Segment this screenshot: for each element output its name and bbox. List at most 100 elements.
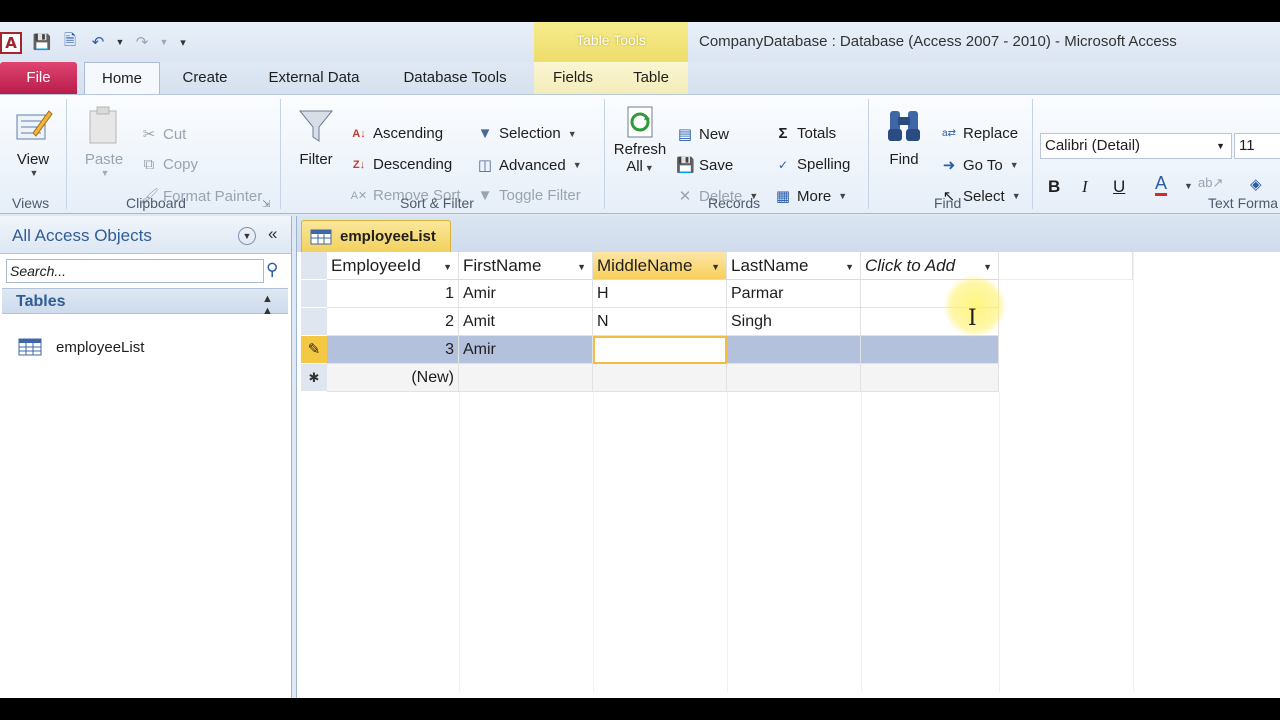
toggle-filter-button[interactable]: ▼ Toggle Filter (476, 187, 581, 204)
cell-employeeid[interactable]: 2 (327, 308, 459, 336)
group-separator (604, 99, 605, 209)
cell-firstname[interactable]: Amir (459, 280, 593, 308)
cell-lastname[interactable]: Parmar (727, 280, 861, 308)
tab-external-data[interactable]: External Data (254, 62, 374, 94)
record-selector[interactable] (301, 280, 327, 308)
cut-button[interactable]: ✂ Cut (140, 125, 187, 144)
access-app-icon[interactable]: A (0, 32, 22, 54)
paste-dropdown-icon[interactable]: ▼ (80, 168, 130, 178)
cell-middlename-editing[interactable] (593, 336, 727, 364)
cell-firstname[interactable] (459, 364, 593, 392)
cell-middlename[interactable] (593, 364, 727, 392)
clipboard-launcher-icon[interactable]: ⇲ (262, 199, 270, 210)
tab-table[interactable]: Table (620, 62, 682, 94)
document-tab-employeelist[interactable]: employeeList (301, 220, 451, 252)
cell-lastname[interactable]: Singh (727, 308, 861, 336)
selection-dropdown-icon[interactable]: ▼ (568, 129, 577, 139)
cell-middlename[interactable]: N (593, 308, 727, 336)
nav-item-label: employeeList (56, 338, 145, 356)
paste-button[interactable]: Paste ▼ (78, 105, 130, 178)
record-selector[interactable] (301, 308, 327, 336)
save-record-button[interactable]: 💾 Save (676, 156, 733, 175)
funnel-icon (298, 110, 334, 142)
descending-button[interactable]: Z↓ Descending (350, 156, 452, 173)
view-button[interactable]: View ▼ (8, 105, 58, 178)
cell-middlename[interactable]: H (593, 280, 727, 308)
collapse-group-icon[interactable]: ▲ ▲ (262, 293, 273, 317)
customize-qat-icon[interactable]: ▾ (174, 30, 192, 54)
nav-menu-dropdown-icon[interactable]: ▼ (238, 227, 256, 245)
toggle-filter-label: Toggle Filter (499, 187, 581, 204)
cell-click-to-add[interactable] (861, 364, 999, 392)
tab-create[interactable]: Create (170, 62, 240, 94)
refresh-all-button[interactable]: Refresh All ▼ (612, 105, 668, 175)
tab-home[interactable]: Home (84, 62, 160, 95)
replace-button[interactable]: a⇄ Replace (940, 125, 1018, 142)
tab-file[interactable]: File (0, 62, 77, 94)
selection-button[interactable]: ▼ Selection ▼ (476, 125, 577, 142)
cell-lastname[interactable] (727, 336, 861, 364)
font-color-dropdown-icon[interactable]: ▼ (1182, 181, 1193, 191)
redo-icon[interactable]: ↷ (130, 30, 154, 54)
save-icon[interactable]: 💾 (30, 30, 54, 54)
select-dropdown-icon[interactable]: ▼ (1012, 191, 1021, 201)
font-size-select[interactable]: 11 (1234, 133, 1280, 159)
search-icon[interactable]: ⚲ (266, 260, 278, 280)
nav-group-tables[interactable]: Tables ▲ ▲ (2, 288, 288, 317)
more-dropdown-icon[interactable]: ▼ (838, 191, 847, 201)
column-header-firstname[interactable]: FirstName ▼ (459, 252, 593, 280)
font-name-dropdown-icon[interactable]: ▼ (1216, 134, 1225, 158)
cell-lastname[interactable] (727, 364, 861, 392)
filter-button[interactable]: Filter (292, 105, 340, 168)
column-header-employeeid[interactable]: EmployeeId ▼ (327, 252, 459, 280)
go-to-dropdown-icon[interactable]: ▼ (1010, 160, 1019, 170)
italic-button[interactable]: I (1082, 177, 1088, 197)
find-button[interactable]: Find (878, 105, 930, 168)
tab-fields[interactable]: Fields (540, 62, 606, 94)
cell-employeeid[interactable]: 1 (327, 280, 459, 308)
column-sort-dropdown-icon[interactable]: ▼ (711, 253, 720, 279)
view-dropdown-icon[interactable]: ▼ (10, 168, 58, 178)
cell-click-to-add[interactable] (861, 336, 999, 364)
totals-button[interactable]: Σ Totals (774, 125, 836, 142)
redo-dropdown-icon[interactable]: ▼ (158, 30, 170, 54)
select-all-corner[interactable] (301, 252, 327, 280)
font-name-select[interactable]: Calibri (Detail) ▼ (1040, 133, 1232, 159)
selection-filter-icon: ▼ (477, 125, 493, 142)
advanced-button[interactable]: ◫ Advanced ▼ (476, 156, 582, 175)
column-header-middlename[interactable]: MiddleName ▼ (593, 252, 727, 280)
column-header-lastname[interactable]: LastName ▼ (727, 252, 861, 280)
more-button[interactable]: ▦ More ▼ (774, 187, 847, 206)
cell-firstname[interactable]: Amir (459, 336, 593, 364)
copy-button[interactable]: ⧉ Copy (140, 156, 198, 173)
nav-search-input[interactable]: Search... (6, 259, 264, 283)
collapse-pane-icon[interactable]: « (268, 224, 277, 244)
go-to-button[interactable]: ➜ Go To ▼ (940, 156, 1019, 175)
font-color-icon[interactable]: A (1155, 173, 1168, 196)
fill-color-icon[interactable]: ◈ (1250, 175, 1262, 193)
undo-dropdown-icon[interactable]: ▼ (114, 30, 126, 54)
bold-button[interactable]: B (1048, 177, 1060, 197)
underline-button[interactable]: U (1113, 177, 1125, 197)
save-as-icon[interactable]: 🗎 (58, 30, 82, 54)
cell-new-record[interactable]: (New) (327, 364, 459, 392)
ascending-button[interactable]: A↓ Ascending (350, 125, 443, 142)
group-separator (280, 99, 281, 209)
tab-database-tools[interactable]: Database Tools (390, 62, 520, 94)
column-sort-dropdown-icon[interactable]: ▼ (443, 253, 452, 279)
advanced-dropdown-icon[interactable]: ▼ (573, 160, 582, 170)
spelling-ab-icon[interactable]: ab↗ (1198, 175, 1223, 191)
cell-employeeid[interactable]: 3 (327, 336, 459, 364)
refresh-dropdown-icon[interactable]: ▼ (645, 163, 654, 173)
spelling-button[interactable]: ✓ Spelling (774, 156, 850, 173)
nav-pane-header[interactable]: All Access Objects ▼ « (0, 216, 291, 254)
new-record-button[interactable]: ▤ New (676, 125, 729, 144)
sigma-icon: Σ (778, 125, 788, 142)
column-sort-dropdown-icon[interactable]: ▼ (577, 253, 586, 279)
undo-icon[interactable]: ↶ (86, 30, 110, 54)
column-sort-dropdown-icon[interactable]: ▼ (845, 253, 854, 279)
nav-item-employeelist[interactable]: employeeList (18, 338, 144, 356)
cell-firstname[interactable]: Amit (459, 308, 593, 336)
edit-pencil-icon[interactable]: ✎ (301, 336, 327, 364)
new-record-asterisk-icon[interactable]: ✱ (301, 364, 327, 392)
